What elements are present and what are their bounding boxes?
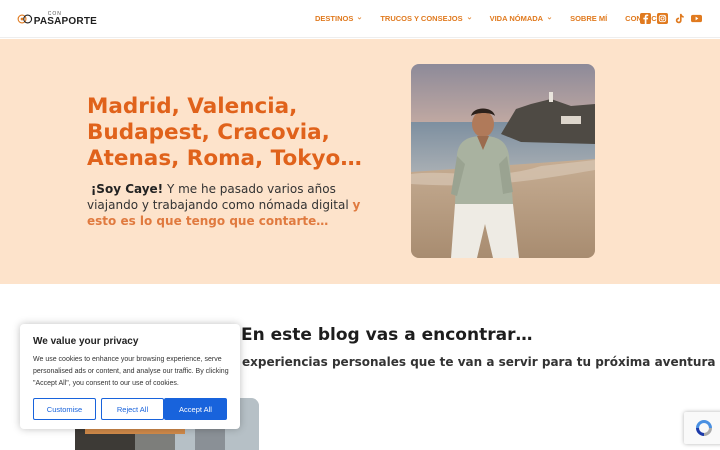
main-nav: DESTINOS TRUCOS Y CONSEJOS VIDA NÓMADA S… <box>315 14 685 23</box>
nav-vida-nomada[interactable]: VIDA NÓMADA <box>490 14 552 23</box>
tiktok-icon[interactable] <box>674 13 685 24</box>
hero-title-line: Madrid, Valencia, <box>87 94 298 119</box>
nav-trucos-consejos[interactable]: TRUCOS Y CONSEJOS <box>380 14 471 23</box>
site-logo[interactable]: CON PASAPORTE <box>17 8 97 30</box>
hero-title-line: Budapest, Cracovia, <box>87 120 330 145</box>
chevron-down-icon <box>467 17 471 20</box>
youtube-icon[interactable] <box>691 13 702 24</box>
cookie-description: We use cookies to enhance your browsing … <box>33 356 229 387</box>
hero-intro-bold: ¡Soy Caye! <box>90 182 164 196</box>
reject-all-button[interactable]: Reject All <box>101 398 164 420</box>
blog-section-title: En este blog vas a encontrar… <box>241 325 533 345</box>
hero-title-line: Atenas, Roma, Tokyo… <box>87 146 362 171</box>
cookie-title: We value your privacy <box>33 336 139 347</box>
passport-logo-icon <box>17 14 33 24</box>
hero-intro: ¡Soy Caye! Y me he pasado varios años vi… <box>87 181 367 229</box>
nav-label: SOBRE MÍ <box>570 14 608 23</box>
hero-title: Madrid, Valencia, Budapest, Cracovia, At… <box>87 94 387 172</box>
nav-destinos[interactable]: DESTINOS <box>315 14 362 23</box>
accept-all-button[interactable]: Accept All <box>164 398 227 420</box>
recaptcha-badge[interactable] <box>684 412 720 444</box>
customise-button[interactable]: Customise <box>33 398 96 420</box>
hero-section: Madrid, Valencia, Budapest, Cracovia, At… <box>0 39 720 284</box>
chevron-down-icon <box>547 17 552 20</box>
chevron-down-icon <box>358 17 362 20</box>
hero-photo <box>411 64 595 258</box>
facebook-icon[interactable] <box>640 13 651 24</box>
logo-name: PASAPORTE <box>33 15 97 27</box>
beach-portrait-image <box>411 64 595 258</box>
cookie-consent-popup: We value your privacy We use cookies to … <box>20 324 240 429</box>
recaptcha-icon <box>696 420 712 436</box>
nav-label: TRUCOS Y CONSEJOS <box>380 14 463 23</box>
site-header: CON PASAPORTE DESTINOS TRUCOS Y CONSEJOS… <box>0 0 720 38</box>
blog-section-subtitle: experiencias personales que te van a ser… <box>242 355 716 369</box>
instagram-icon[interactable] <box>657 13 668 24</box>
nav-label: DESTINOS <box>315 14 354 23</box>
nav-sobre-mi[interactable]: SOBRE MÍ <box>570 14 607 23</box>
nav-label: VIDA NÓMADA <box>489 14 544 23</box>
social-links <box>640 13 708 24</box>
